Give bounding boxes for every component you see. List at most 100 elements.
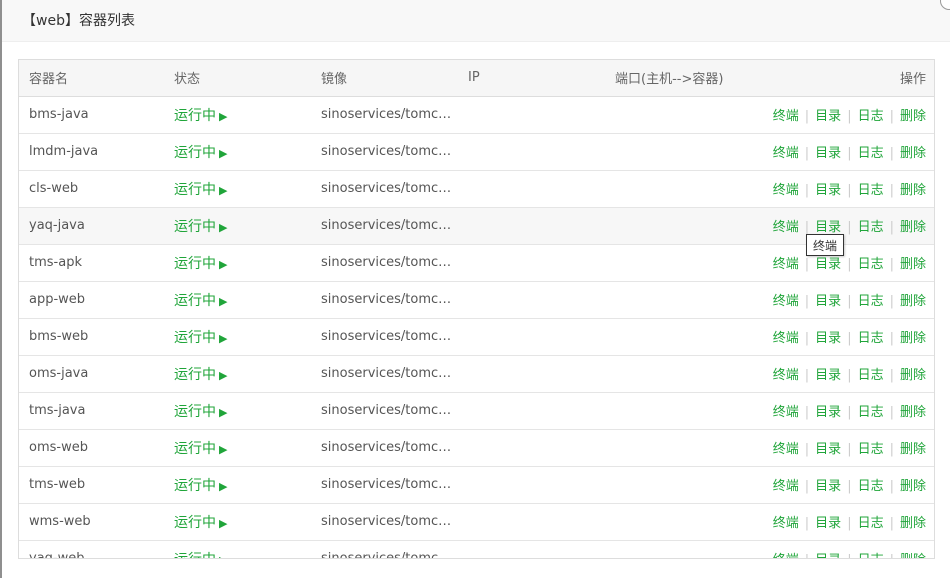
terminal-link[interactable]: 终端 [773, 442, 799, 457]
container-ops: 终端 | 目录 | 日志 | 删除 [755, 540, 934, 558]
op-divider: | [804, 442, 810, 457]
log-link[interactable]: 日志 [858, 405, 884, 420]
container-status[interactable]: 运行中▶ [164, 96, 311, 134]
table-row: wms-web 运行中 ▶ sinoservices/tomcat:... 终端 | 目录 |… [19, 503, 934, 541]
container-status[interactable]: 运行中▶ [164, 355, 311, 393]
terminal-link[interactable]: 终端 [773, 294, 799, 309]
delete-link[interactable]: 删除 [900, 257, 926, 272]
container-name: tms-web [19, 466, 164, 504]
table-row: app-web 运行中 ▶ sinoservices/tomcat:... 终端 | 目录 |… [19, 281, 934, 319]
status-badge: 运行中▶ [174, 367, 227, 383]
container-status[interactable]: 运行中▶ [164, 466, 311, 504]
op-divider: | [889, 183, 894, 198]
terminal-link[interactable]: 终端 [773, 405, 799, 420]
op-divider: | [847, 146, 852, 161]
delete-link[interactable]: 删除 [900, 442, 926, 457]
terminal-link[interactable]: 终端 [773, 109, 799, 124]
log-link[interactable]: 日志 [858, 479, 884, 494]
log-link[interactable]: 日志 [858, 146, 884, 161]
log-link[interactable]: 日志 [858, 220, 884, 235]
container-status[interactable]: 运行中▶ [164, 207, 311, 245]
directory-link[interactable]: 目录 [815, 368, 841, 383]
terminal-link[interactable]: 终端 [773, 479, 799, 494]
container-status[interactable]: 运行中▶ [164, 392, 311, 430]
log-link[interactable]: 日志 [858, 331, 884, 346]
directory-link[interactable]: 目录 [815, 553, 841, 558]
terminal-link[interactable]: 终端 [773, 183, 799, 198]
op-divider: | [889, 294, 894, 309]
delete-link[interactable]: 删除 [900, 405, 926, 420]
container-image: sinoservices/tomcat:... [311, 355, 458, 393]
container-ip [458, 503, 605, 541]
terminal-link[interactable]: 终端 [773, 257, 799, 272]
directory-link[interactable]: 目录 [815, 257, 841, 272]
container-status[interactable]: 运行中▶ [164, 244, 311, 282]
delete-link[interactable]: 删除 [900, 516, 926, 531]
container-table-wrapper[interactable]: 容器名 状态 镜像 IP 端口(主机-->容器) 操作 bms-java 运行中 ▶… [18, 59, 935, 559]
play-icon: ▶ [219, 554, 227, 559]
container-ports [605, 96, 755, 134]
log-link[interactable]: 日志 [858, 442, 884, 457]
directory-link[interactable]: 目录 [815, 479, 841, 494]
terminal-link[interactable]: 终端 [773, 220, 799, 235]
directory-link[interactable]: 目录 [815, 516, 841, 531]
directory-link[interactable]: 目录 [815, 183, 841, 198]
directory-link[interactable]: 目录 [815, 331, 841, 346]
directory-link[interactable]: 目录 [815, 405, 841, 420]
delete-link[interactable]: 删除 [900, 553, 926, 558]
terminal-link[interactable]: 终端 [773, 516, 799, 531]
delete-link[interactable]: 删除 [900, 220, 926, 235]
directory-link[interactable]: 目录 [815, 442, 841, 457]
log-link[interactable]: 日志 [858, 368, 884, 383]
log-link[interactable]: 日志 [858, 257, 884, 272]
container-ip [458, 244, 605, 282]
op-divider: | [847, 257, 852, 272]
container-status[interactable]: 运行中▶ [164, 503, 311, 541]
container-ops: 终端 | 目录 | 日志 | 删除 [755, 244, 934, 282]
delete-link[interactable]: 删除 [900, 368, 926, 383]
op-divider: | [804, 109, 810, 124]
log-link[interactable]: 日志 [858, 516, 884, 531]
container-status[interactable]: 运行中▶ [164, 429, 311, 467]
delete-link[interactable]: 删除 [900, 109, 926, 124]
container-status[interactable]: 运行中▶ [164, 133, 311, 171]
container-ports [605, 466, 755, 504]
op-divider: | [889, 479, 894, 494]
status-badge: 运行中▶ [174, 552, 227, 559]
container-status[interactable]: 运行中▶ [164, 318, 311, 356]
directory-link[interactable]: 目录 [815, 109, 841, 124]
directory-link[interactable]: 目录 [815, 294, 841, 309]
container-ip [458, 170, 605, 208]
play-icon: ▶ [219, 405, 228, 419]
status-badge: 运行中▶ [174, 108, 227, 124]
delete-link[interactable]: 删除 [900, 294, 926, 309]
log-link[interactable]: 日志 [858, 109, 884, 124]
container-table: 容器名 状态 镜像 IP 端口(主机-->容器) 操作 bms-java 运行中 ▶… [19, 60, 934, 559]
play-icon: ▶ [219, 331, 228, 345]
status-text: 运行中 [174, 218, 216, 235]
container-ip [458, 392, 605, 430]
log-link[interactable]: 日志 [858, 183, 884, 198]
terminal-link[interactable]: 终端 [773, 368, 799, 383]
delete-link[interactable]: 删除 [900, 183, 926, 198]
container-ports [605, 318, 755, 356]
status-badge: 运行中▶ [174, 404, 227, 420]
table-row: yaq-web 运行中▶ sinoservices/tomcat:... 终端 | 目录 |… [19, 540, 934, 559]
terminal-link[interactable]: 终端 [773, 146, 799, 161]
terminal-link[interactable]: 终端 [773, 331, 799, 346]
container-status[interactable]: 运行中▶ [164, 540, 311, 559]
terminal-link[interactable]: 终端 [773, 553, 799, 558]
log-link[interactable]: 日志 [858, 553, 884, 558]
container-status[interactable]: 运行中▶ [164, 170, 311, 208]
table-header-row: 容器名 状态 镜像 IP 端口(主机-->容器) 操作 [19, 60, 934, 97]
directory-link[interactable]: 目录 [815, 146, 841, 161]
op-divider: | [889, 368, 894, 383]
delete-link[interactable]: 删除 [900, 331, 926, 346]
delete-link[interactable]: 删除 [900, 146, 926, 161]
directory-link[interactable]: 目录 [815, 220, 841, 235]
log-link[interactable]: 日志 [858, 294, 884, 309]
status-text: 运行中 [174, 292, 216, 309]
container-status[interactable]: 运行中▶ [164, 281, 311, 319]
delete-link[interactable]: 删除 [900, 479, 926, 494]
container-ip [458, 355, 605, 393]
